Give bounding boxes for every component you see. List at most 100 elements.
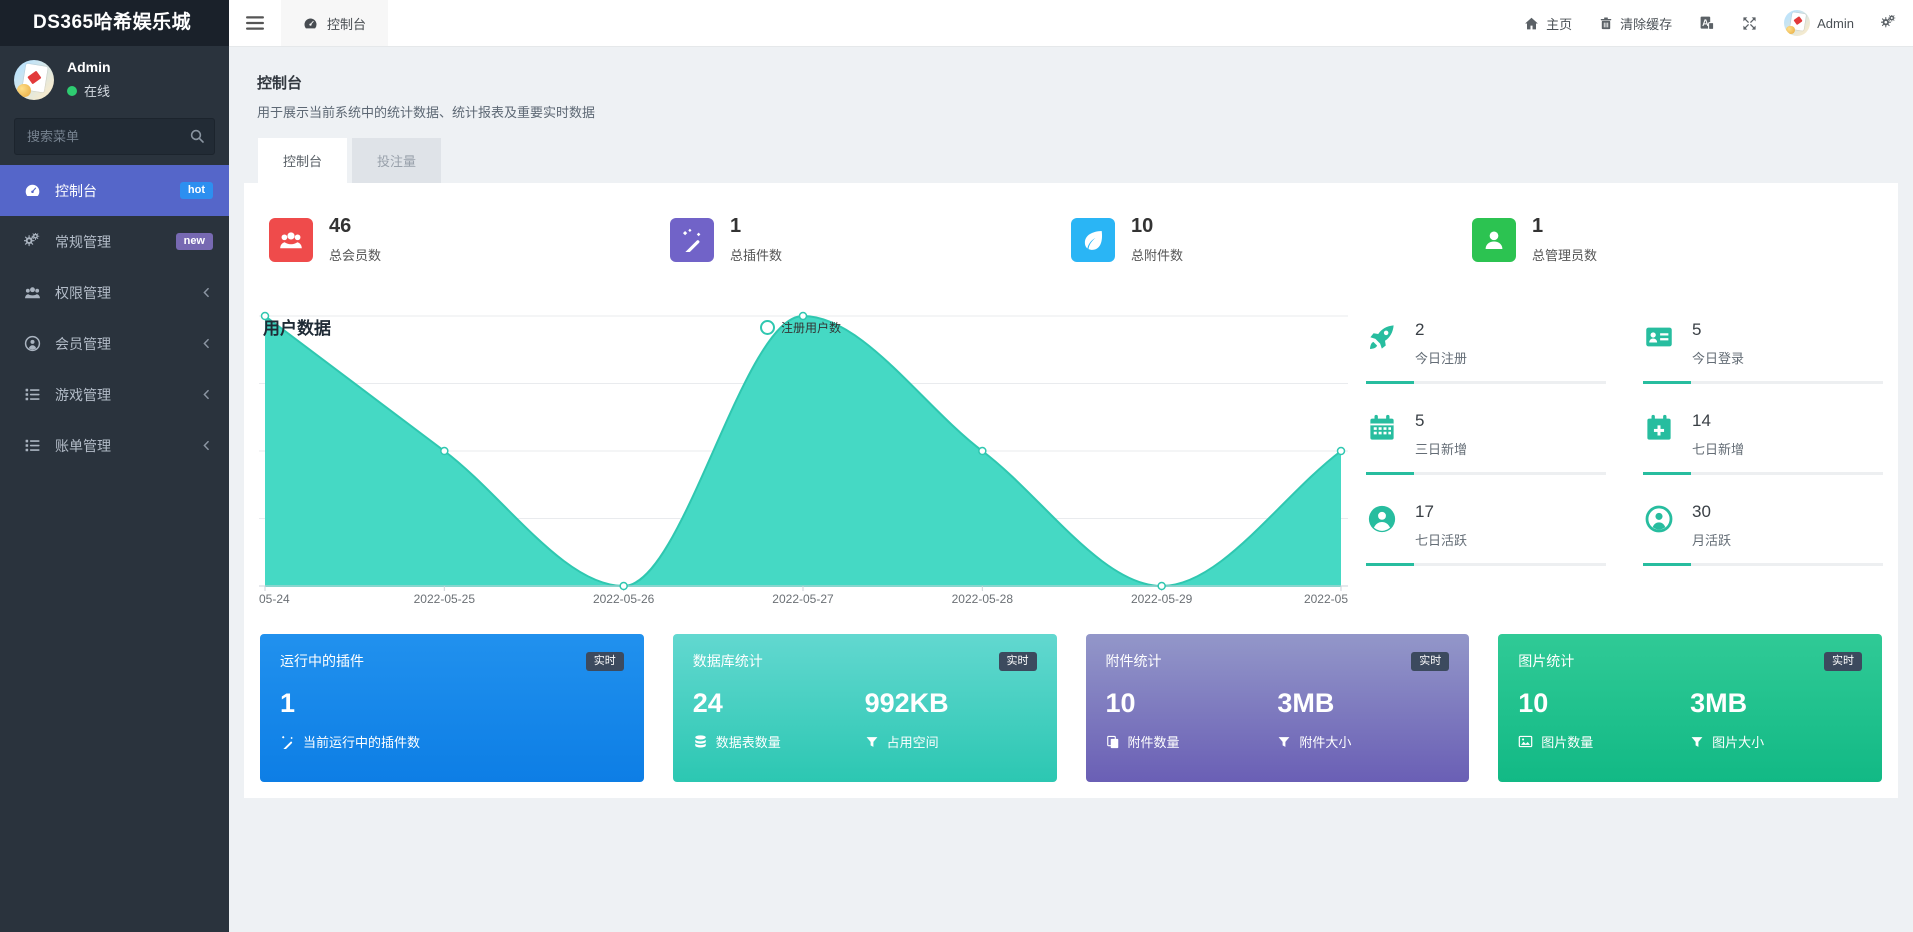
total-attachments-card: 10 总附件数 <box>1071 215 1472 264</box>
chart-legend[interactable]: 注册用户数 <box>760 319 841 336</box>
users-group-icon <box>24 284 42 301</box>
users-icon <box>269 218 313 262</box>
quick-stat-value: 5 <box>1415 411 1467 431</box>
bottom-cards-row: 运行中的插件 实时 1 当前运行中 <box>259 634 1883 782</box>
card-title: 运行中的插件 <box>280 651 364 671</box>
today-registered-stat: 2 今日注册 <box>1366 314 1606 384</box>
stat-value: 1 <box>1532 215 1597 238</box>
fullscreen-icon <box>1742 16 1757 31</box>
list-icon <box>24 437 42 454</box>
id-card-icon <box>1643 322 1675 352</box>
card-title: 图片统计 <box>1518 651 1574 671</box>
x-tick: 2022-05-28 <box>952 592 1013 606</box>
summary-cards-row: 46 总会员数 1 总插件数 <box>259 215 1883 264</box>
home-icon <box>1524 16 1539 31</box>
metric-value: 1 <box>280 688 624 719</box>
language-icon <box>1699 15 1715 31</box>
magic-wand-icon <box>280 734 295 749</box>
user-circle-icon <box>24 335 42 352</box>
language-button[interactable] <box>1699 15 1715 31</box>
total-plugins-card: 1 总插件数 <box>670 215 1071 264</box>
three-day-new-stat: 5 三日新增 <box>1366 405 1606 475</box>
stat-value: 10 <box>1131 215 1183 238</box>
metric-label: 数据表数量 <box>716 732 781 751</box>
x-tick: 05-24 <box>259 592 290 606</box>
stat-label: 总会员数 <box>329 245 381 264</box>
online-dot <box>67 86 77 96</box>
user-name: Admin <box>67 59 111 75</box>
user-status: 在线 <box>84 81 110 100</box>
total-members-card: 46 总会员数 <box>269 215 670 264</box>
menu-toggle-button[interactable] <box>229 0 281 46</box>
main-content: 控制台 用于展示当前系统中的统计数据、统计报表及重要实时数据 控制台 投注量 <box>229 46 1913 932</box>
search-input[interactable] <box>14 118 215 155</box>
sidebar-item-permissions[interactable]: 权限管理 <box>0 267 229 318</box>
sidebar-item-members[interactable]: 会员管理 <box>0 318 229 369</box>
x-tick: 2022-05 <box>1304 592 1348 606</box>
database-stats-card: 数据库统计 实时 24 数据表数量 <box>673 634 1057 782</box>
content-tabs: 控制台 投注量 <box>258 138 1898 183</box>
image-icon <box>1518 734 1533 749</box>
hot-badge: hot <box>180 182 213 199</box>
topbar: 控制台 主页 清除缓存 <box>229 0 1913 47</box>
app-title: DS365哈希娱乐城 <box>0 0 229 46</box>
sidebar-item-label: 控制台 <box>55 181 180 201</box>
x-axis-labels: 05-242022-05-252022-05-262022-05-272022-… <box>259 592 1348 610</box>
sidebar-item-general[interactable]: 常规管理 new <box>0 216 229 267</box>
settings-button[interactable] <box>1881 15 1897 31</box>
quick-stat-value: 14 <box>1692 411 1744 431</box>
page-title: 控制台 <box>257 72 1898 93</box>
realtime-badge: 实时 <box>1411 652 1449 671</box>
card-title: 数据库统计 <box>693 651 763 671</box>
sidebar: DS365哈希娱乐城 Admin 在线 <box>0 0 229 932</box>
chevron-left-icon <box>200 388 213 401</box>
quick-stats-grid: 2 今日注册 <box>1366 314 1883 612</box>
sidebar-item-dashboard[interactable]: 控制台 hot <box>0 165 229 216</box>
funnel-icon <box>1277 735 1291 749</box>
quick-stat-value: 30 <box>1692 502 1731 522</box>
x-tick: 2022-05-26 <box>593 592 654 606</box>
avatar[interactable] <box>14 60 54 100</box>
sidebar-search <box>14 118 215 155</box>
calendar-plus-icon <box>1643 413 1675 443</box>
x-tick: 2022-05-27 <box>772 592 833 606</box>
legend-circle-icon <box>760 320 775 335</box>
topbar-user[interactable]: Admin <box>1784 10 1854 36</box>
home-link[interactable]: 主页 <box>1524 14 1572 33</box>
progress-underline <box>1643 381 1883 384</box>
metric-value: 24 <box>693 688 865 719</box>
metric-value: 3MB <box>1690 688 1862 719</box>
magic-wand-icon <box>670 218 714 262</box>
clear-cache-button[interactable]: 清除缓存 <box>1599 14 1672 33</box>
quick-stat-label: 七日新增 <box>1692 439 1744 458</box>
tab-dashboard[interactable]: 控制台 <box>258 138 347 183</box>
topbar-tab-dashboard[interactable]: 控制台 <box>281 0 388 46</box>
chevron-left-icon <box>200 286 213 299</box>
tab-bet-volume[interactable]: 投注量 <box>352 138 441 183</box>
trash-icon <box>1599 16 1613 31</box>
main-row: 用户数据 注册用户数 05-242022-05-252022-05-262022… <box>259 306 1883 612</box>
metric-label: 附件大小 <box>1299 732 1351 751</box>
stat-label: 总管理员数 <box>1532 245 1597 264</box>
user-data-chart[interactable]: 用户数据 注册用户数 05-242022-05-252022-05-262022… <box>259 306 1348 612</box>
seven-day-new-stat: 14 七日新增 <box>1643 405 1883 475</box>
sidebar-menu: 控制台 hot <box>0 165 229 471</box>
progress-underline <box>1366 472 1606 475</box>
sidebar-item-label: 常规管理 <box>55 232 176 252</box>
sidebar-user-panel: Admin 在线 <box>0 46 229 110</box>
copy-icon <box>1106 735 1120 749</box>
chart-title: 用户数据 <box>263 314 331 339</box>
search-icon[interactable] <box>189 128 205 144</box>
sidebar-item-bills[interactable]: 账单管理 <box>0 420 229 471</box>
sidebar-item-games[interactable]: 游戏管理 <box>0 369 229 420</box>
page-header: 控制台 用于展示当前系统中的统计数据、统计报表及重要实时数据 <box>257 72 1898 121</box>
avatar <box>1784 10 1810 36</box>
quick-stat-label: 三日新增 <box>1415 439 1467 458</box>
user-circle-solid-icon <box>1366 504 1398 534</box>
fullscreen-button[interactable] <box>1742 16 1757 31</box>
new-badge: new <box>176 233 213 250</box>
user-chart-svg <box>259 306 1348 606</box>
realtime-badge: 实时 <box>1824 652 1862 671</box>
total-admins-card: 1 总管理员数 <box>1472 215 1873 264</box>
database-icon <box>693 734 708 749</box>
